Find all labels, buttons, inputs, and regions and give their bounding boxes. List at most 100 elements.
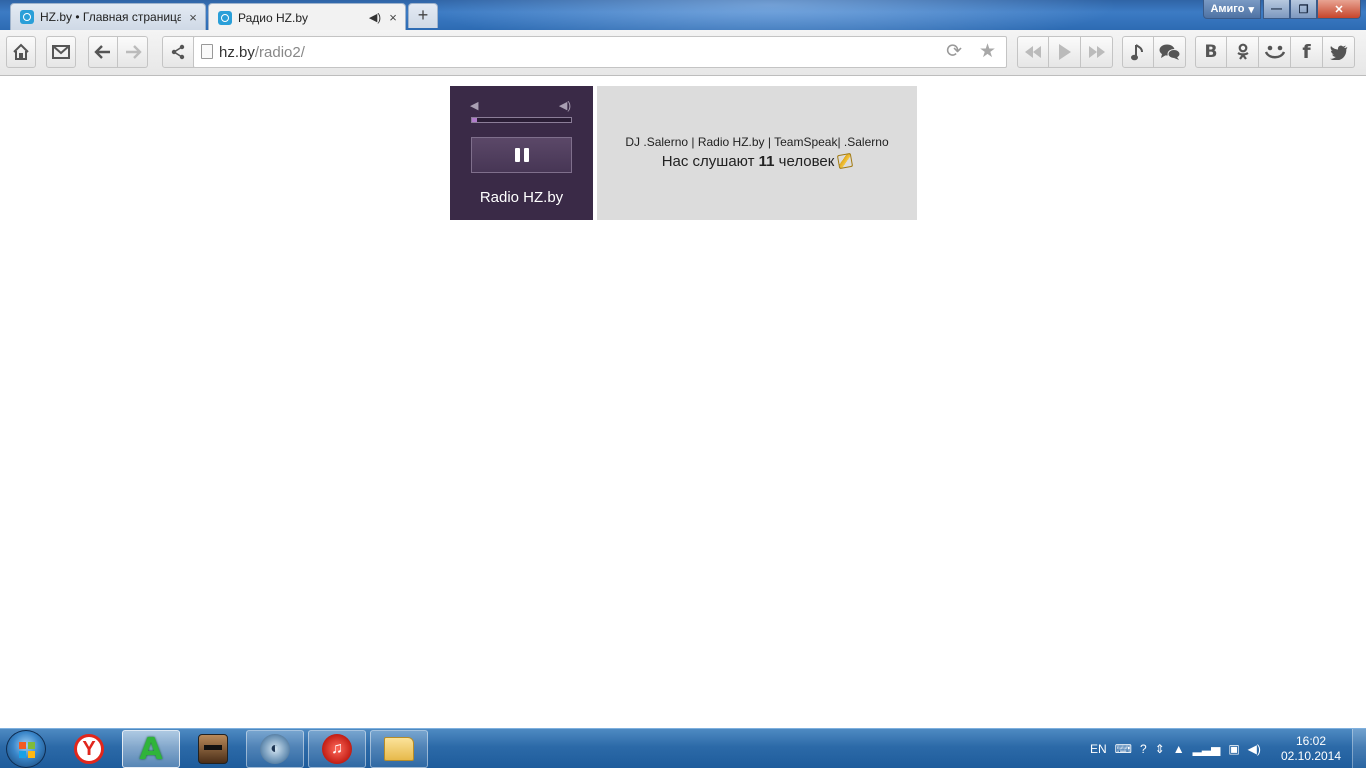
url-host: hz.by xyxy=(219,44,255,61)
vk-icon: B xyxy=(1204,42,1218,62)
back-button[interactable] xyxy=(88,36,118,68)
minimize-button[interactable]: — xyxy=(1263,0,1290,19)
radio-player: ◀ ◀) Radio HZ.by xyxy=(450,86,593,220)
taskbar-teamspeak[interactable]: ◐ xyxy=(246,730,304,768)
clock[interactable]: 16:02 02.10.2014 xyxy=(1280,734,1342,764)
profile-button[interactable]: Амиго ▾ xyxy=(1203,0,1261,19)
windows-taskbar: Y A ◐ ♫ EN ⌨ ? ⇕ ▲ ▂▃▅ ▣ ◀) 16:02 02.10.… xyxy=(0,728,1366,769)
facebook-icon: f xyxy=(1302,41,1311,63)
taskbar-amigo[interactable]: A xyxy=(122,730,180,768)
listeners-count: Нас слушают 11 человек xyxy=(597,152,917,170)
play-track-button[interactable] xyxy=(1049,36,1081,68)
volume-high-icon[interactable]: ◀) xyxy=(559,99,571,112)
window-controls: Амиго ▾ — ❐ ✕ xyxy=(1203,0,1361,19)
maximize-button[interactable]: ❐ xyxy=(1290,0,1317,19)
address-bar[interactable]: hz.by/radio2/ ⟳ ★ xyxy=(193,36,1007,68)
tray-options-icon[interactable]: ⇕ xyxy=(1155,742,1165,756)
taskbar-explorer[interactable] xyxy=(370,730,428,768)
listeners-prefix: Нас слушают xyxy=(661,153,755,170)
volume-icon[interactable]: ◀) xyxy=(1248,742,1261,756)
moi-mir-button[interactable] xyxy=(1259,36,1291,68)
back-icon xyxy=(94,45,110,59)
clock-date: 02.10.2014 xyxy=(1280,749,1342,763)
moi-mir-icon xyxy=(1264,45,1285,59)
play-icon xyxy=(1058,44,1071,60)
game-icon xyxy=(198,734,228,764)
tab-main-page[interactable]: HZ.by • Главная страница × xyxy=(10,3,206,30)
url-text: hz.by/radio2/ xyxy=(219,44,305,61)
pencil-icon xyxy=(837,152,854,170)
close-window-button[interactable]: ✕ xyxy=(1317,0,1361,19)
tab-label: Радио HZ.by xyxy=(238,10,308,25)
show-hidden-icons-icon[interactable]: ▲ xyxy=(1173,742,1185,756)
titlebar-glow xyxy=(420,0,1120,30)
volume-level xyxy=(472,118,477,122)
hz-favicon-icon xyxy=(20,10,34,24)
odnoklassniki-icon xyxy=(1236,43,1249,60)
volume-slider[interactable] xyxy=(471,117,572,123)
music-button[interactable] xyxy=(1122,36,1154,68)
new-tab-button[interactable]: + xyxy=(408,3,438,28)
forward-button[interactable] xyxy=(118,36,148,68)
previous-icon xyxy=(1025,46,1041,58)
vk-button[interactable]: B xyxy=(1195,36,1227,68)
facebook-button[interactable]: f xyxy=(1291,36,1323,68)
twitter-button[interactable] xyxy=(1323,36,1355,68)
share-button[interactable] xyxy=(162,36,194,68)
forward-icon xyxy=(125,45,142,59)
speaker-icon[interactable]: ◀) xyxy=(369,11,381,24)
music-icon xyxy=(1131,44,1143,61)
help-icon[interactable]: ? xyxy=(1140,742,1147,756)
taskbar-game[interactable] xyxy=(184,730,242,768)
system-tray: EN ⌨ ? ⇕ ▲ ▂▃▅ ▣ ◀) xyxy=(1090,729,1261,769)
taskbar-yandex[interactable]: Y xyxy=(60,730,118,768)
previous-track-button[interactable] xyxy=(1017,36,1049,68)
signal-icon[interactable]: ▂▃▅ xyxy=(1193,742,1221,756)
browser-titlebar: HZ.by • Главная страница × Радио HZ.by ◀… xyxy=(0,0,1366,30)
keyboard-icon[interactable]: ⌨ xyxy=(1115,742,1132,756)
home-button[interactable] xyxy=(6,36,36,68)
browser-toolbar: hz.by/radio2/ ⟳ ★ B f xyxy=(0,30,1366,76)
start-button[interactable] xyxy=(6,730,46,768)
odnoklassniki-button[interactable] xyxy=(1227,36,1259,68)
volume-low-icon[interactable]: ◀ xyxy=(470,99,478,112)
url-path: /radio2/ xyxy=(254,44,305,61)
share-icon xyxy=(171,44,185,60)
show-desktop-button[interactable] xyxy=(1352,729,1366,769)
tab-close-icon[interactable]: × xyxy=(387,10,399,25)
hz-favicon-icon xyxy=(218,10,232,25)
pause-icon xyxy=(514,148,529,162)
profile-label: Амиго xyxy=(1210,3,1245,15)
tab-radio[interactable]: Радио HZ.by ◀) × xyxy=(208,3,406,30)
music-player-icon: ♫ xyxy=(322,734,352,764)
yandex-browser-icon: Y xyxy=(74,734,104,764)
home-icon xyxy=(13,43,29,60)
station-name: Radio HZ.by xyxy=(479,189,564,206)
language-indicator[interactable]: EN xyxy=(1090,742,1107,756)
now-playing-panel: DJ .Salerno | Radio HZ.by | TeamSpeak| .… xyxy=(597,86,917,220)
next-icon xyxy=(1088,46,1105,58)
mail-icon xyxy=(52,45,70,59)
pause-button[interactable] xyxy=(471,137,572,173)
chevron-down-icon: ▾ xyxy=(1248,3,1254,16)
twitter-icon xyxy=(1329,45,1347,60)
next-track-button[interactable] xyxy=(1081,36,1113,68)
mail-button[interactable] xyxy=(46,36,76,68)
listeners-number: 11 xyxy=(758,153,775,170)
amigo-icon: A xyxy=(139,731,163,767)
star-icon[interactable]: ★ xyxy=(979,40,996,63)
listeners-suffix: человек xyxy=(778,153,835,170)
page-icon xyxy=(201,44,213,59)
teamspeak-icon: ◐ xyxy=(260,734,290,764)
network-icon[interactable]: ▣ xyxy=(1228,742,1239,756)
taskbar-music-player[interactable]: ♫ xyxy=(308,730,366,768)
tab-close-icon[interactable]: × xyxy=(187,10,199,25)
windows-logo-icon xyxy=(19,742,35,758)
explorer-icon xyxy=(384,737,414,761)
reload-icon[interactable]: ⟳ xyxy=(946,40,962,63)
track-title: DJ .Salerno | Radio HZ.by | TeamSpeak| .… xyxy=(625,135,889,149)
chat-icon xyxy=(1159,44,1180,60)
clock-time: 16:02 xyxy=(1295,734,1327,748)
tab-label: HZ.by • Главная страница xyxy=(40,10,181,24)
chat-button[interactable] xyxy=(1154,36,1186,68)
